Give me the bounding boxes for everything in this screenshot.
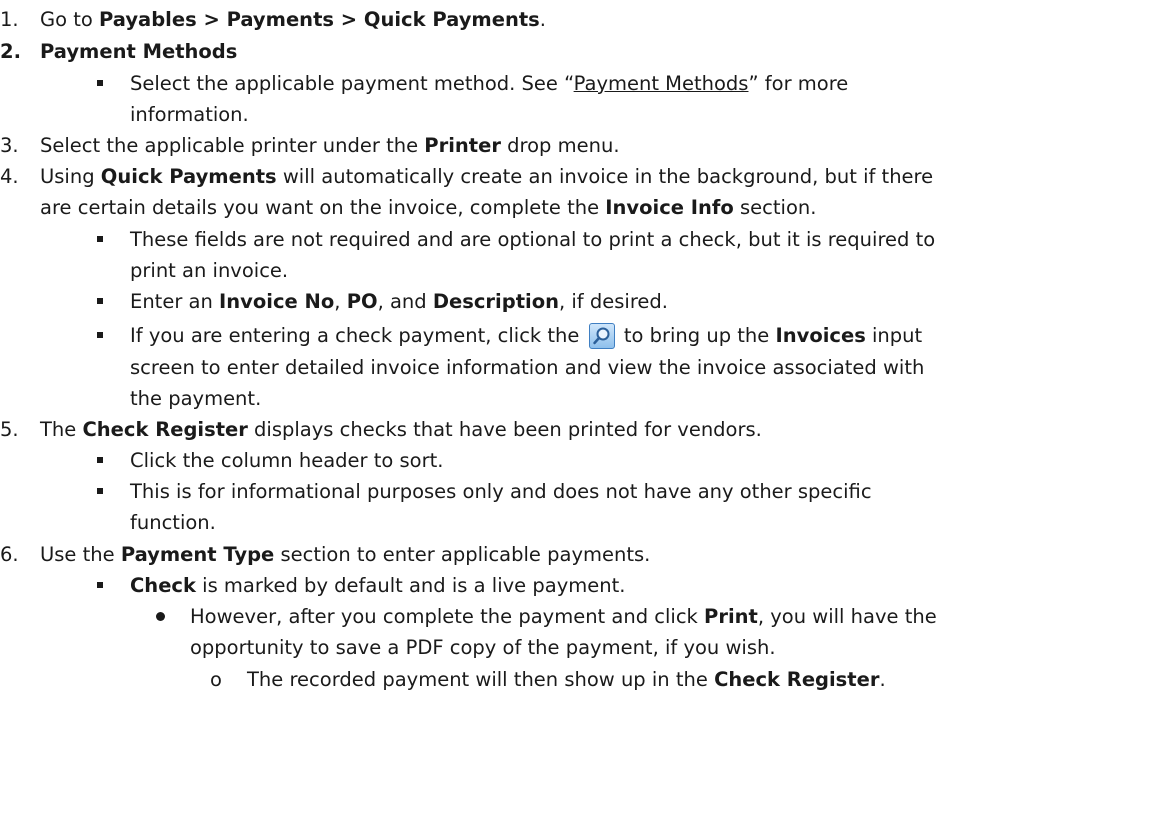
- circle-bullet-marker: o: [210, 668, 222, 691]
- menu-path: Payables > Payments > Quick Payments: [99, 8, 540, 31]
- instructions-document: 1. Go to Payables > Payments > Quick Pay…: [0, 0, 1160, 815]
- step-number: 1.: [0, 8, 19, 31]
- step-5-bullet-2-cont: function.: [130, 511, 216, 534]
- step-number: 5.: [0, 418, 19, 441]
- step-2-bullet-1-cont: information.: [130, 103, 249, 126]
- step-number: 4.: [0, 165, 19, 188]
- step-heading: Payment Methods: [40, 40, 238, 63]
- step-number: 2.: [0, 40, 21, 63]
- step-number: 3.: [0, 134, 19, 157]
- payment-methods-link[interactable]: Payment Methods: [574, 72, 749, 95]
- step-number: 6.: [0, 543, 19, 566]
- step-4-bullet-3-cont: screen to enter detailed invoice informa…: [130, 356, 925, 379]
- step-4-bullet-3-cont-2: the payment.: [130, 387, 262, 410]
- magnifier-icon[interactable]: [588, 323, 615, 349]
- step-4-bullet-1-cont: print an invoice.: [130, 259, 289, 282]
- step-4-cont: are certain details you want on the invo…: [40, 196, 817, 219]
- step-6-sub-bullet-1-cont: opportunity to save a PDF copy of the pa…: [190, 636, 776, 659]
